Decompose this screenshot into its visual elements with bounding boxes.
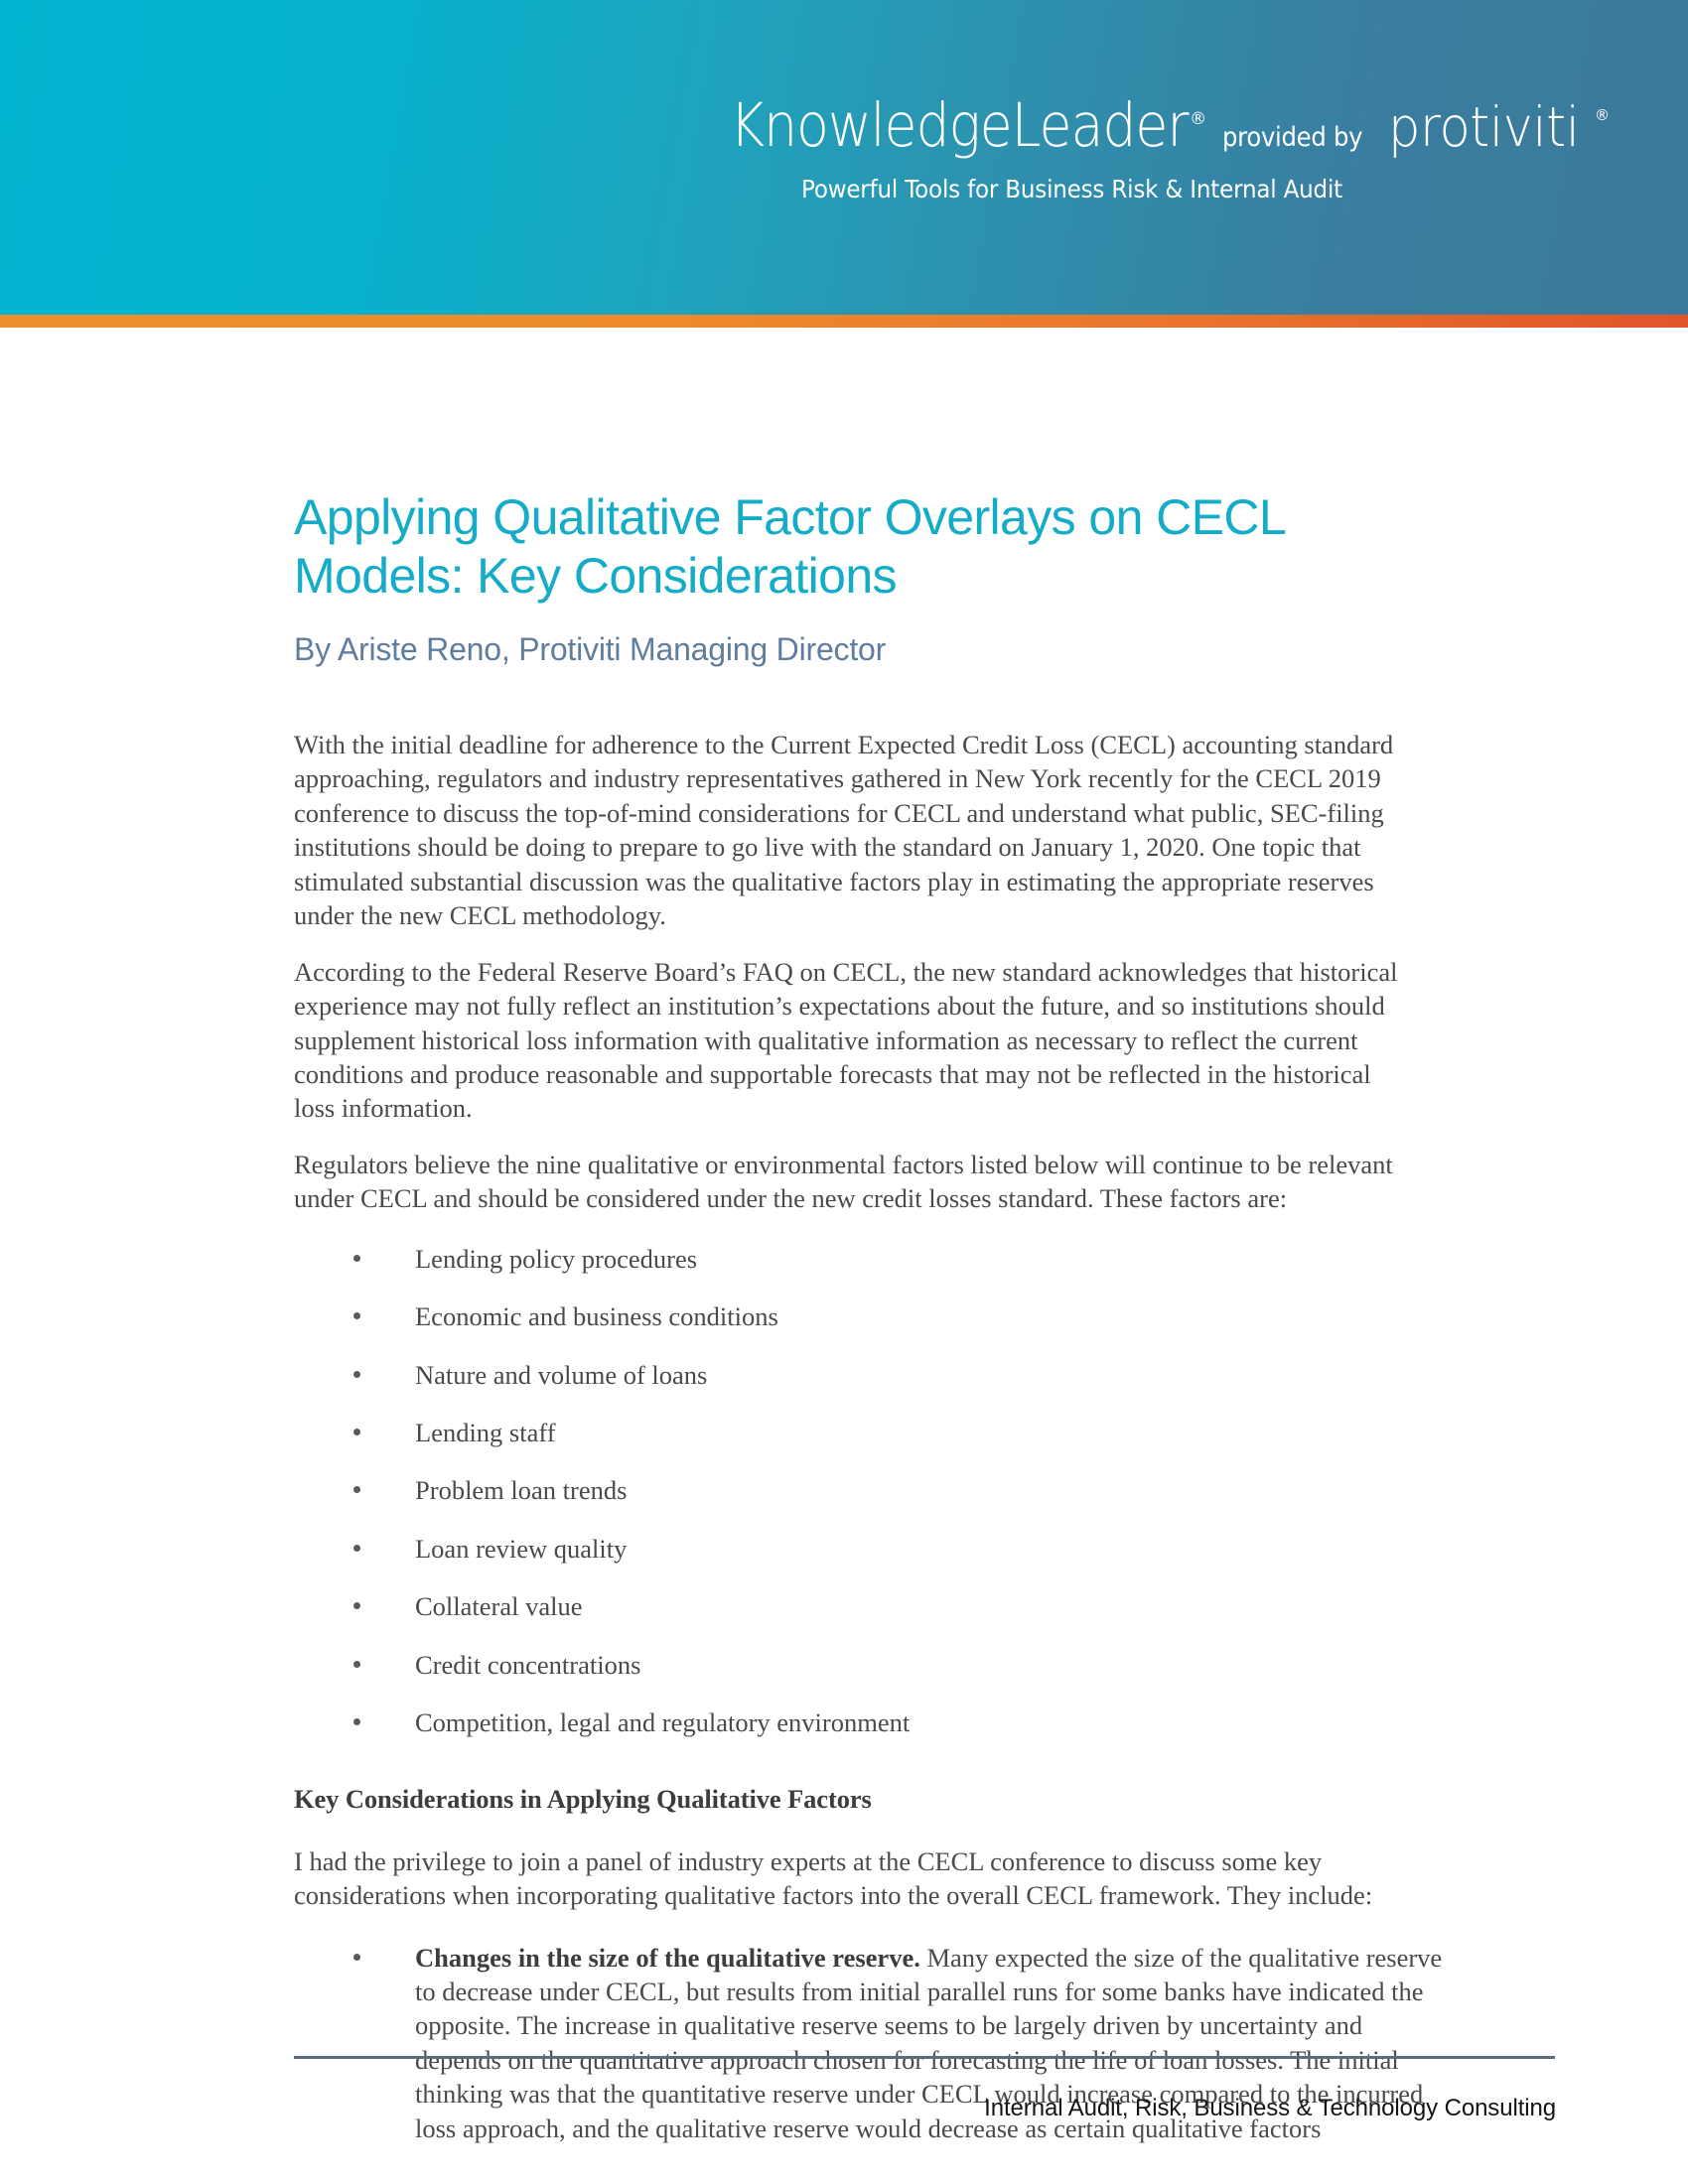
- bullet-icon: [353, 1718, 360, 1726]
- list-item-label: Economic and business conditions: [415, 1301, 778, 1332]
- logo-row: KnowledgeLeader ® provided by protiviti ®: [715, 90, 1610, 161]
- bullet-icon: [353, 1660, 360, 1668]
- list-item-label: Competition, legal and regulatory enviro…: [415, 1707, 911, 1738]
- list-item: Nature and volume of loans: [294, 1358, 1450, 1392]
- bullet-icon: [353, 1429, 360, 1435]
- list-item: Economic and business conditions: [294, 1299, 1450, 1333]
- list-item: Collateral value: [294, 1589, 1450, 1623]
- paragraph-fed-faq: According to the Federal Reserve Board’s…: [294, 956, 1398, 1124]
- list-item-label: Lending policy procedures: [415, 1243, 698, 1274]
- brand-logo-group: KnowledgeLeader ® provided by protiviti ® …: [715, 90, 1610, 204]
- section-heading-key-considerations: Key Considerations in Applying Qualitati…: [294, 1783, 872, 1814]
- accent-rule: [0, 315, 1688, 328]
- header-banner: KnowledgeLeader ® provided by protiviti ® …: [0, 0, 1688, 315]
- bullet-icon: [353, 1544, 360, 1552]
- bullet-icon: [353, 1370, 360, 1378]
- body-copy: With the initial deadline for adherence …: [294, 728, 1450, 2145]
- brand-tagline: Powerful Tools for Business Risk & Inter…: [800, 175, 1342, 204]
- protiviti-wordmark: protiviti: [1388, 95, 1580, 159]
- knowledgeleader-wordmark: KnowledgeLeader: [729, 90, 1189, 161]
- registered-trademark-icon-2: ®: [1595, 106, 1610, 124]
- list-item: Lending staff: [294, 1416, 1450, 1449]
- list-item: Credit concentrations: [294, 1648, 1450, 1682]
- list-item: Lending policy procedures: [294, 1242, 1450, 1276]
- document-page: Applying Qualitative Factor Overlays on …: [0, 328, 1688, 2145]
- bullet-icon: [353, 1312, 360, 1320]
- bullet-icon: [353, 1254, 360, 1262]
- page-title: Applying Qualitative Factor Overlays on …: [294, 489, 1285, 604]
- list-item-label: Credit concentrations: [415, 1649, 641, 1680]
- author-byline: By Ariste Reno, Protiviti Managing Direc…: [294, 631, 887, 667]
- list-item: Competition, legal and regulatory enviro…: [294, 1706, 1450, 1739]
- paragraph-regulators: Regulators believe the nine qualitative …: [294, 1149, 1393, 1214]
- paragraph-section-intro: I had the privilege to join a panel of i…: [294, 1845, 1373, 1911]
- list-item-label: Collateral value: [415, 1591, 583, 1622]
- paragraph-intro: With the initial deadline for adherence …: [294, 730, 1394, 931]
- footer-tagline: Internal Audit, Risk, Business & Technol…: [984, 2095, 1556, 2121]
- qualitative-factors-list: Lending policy procedures Economic and b…: [294, 1242, 1450, 1740]
- registered-trademark-icon: ®: [1190, 109, 1207, 129]
- list-item: Loan review quality: [294, 1532, 1450, 1566]
- list-item-label: Nature and volume of loans: [415, 1359, 708, 1390]
- footer-divider: [294, 2056, 1555, 2059]
- document-content: Applying Qualitative Factor Overlays on …: [294, 328, 1450, 2145]
- provided-by-label: provided by: [1222, 122, 1363, 153]
- list-item-lead-in: Changes in the size of the qualitative r…: [415, 1942, 920, 1973]
- bullet-icon: [353, 1953, 360, 1961]
- bullet-icon: [353, 1602, 360, 1610]
- list-item-label: Lending staff: [415, 1418, 556, 1447]
- bullet-icon: [353, 1486, 360, 1494]
- list-item-label: Loan review quality: [415, 1533, 628, 1564]
- list-item: Problem loan trends: [294, 1473, 1450, 1507]
- list-item-label: Problem loan trends: [415, 1475, 628, 1506]
